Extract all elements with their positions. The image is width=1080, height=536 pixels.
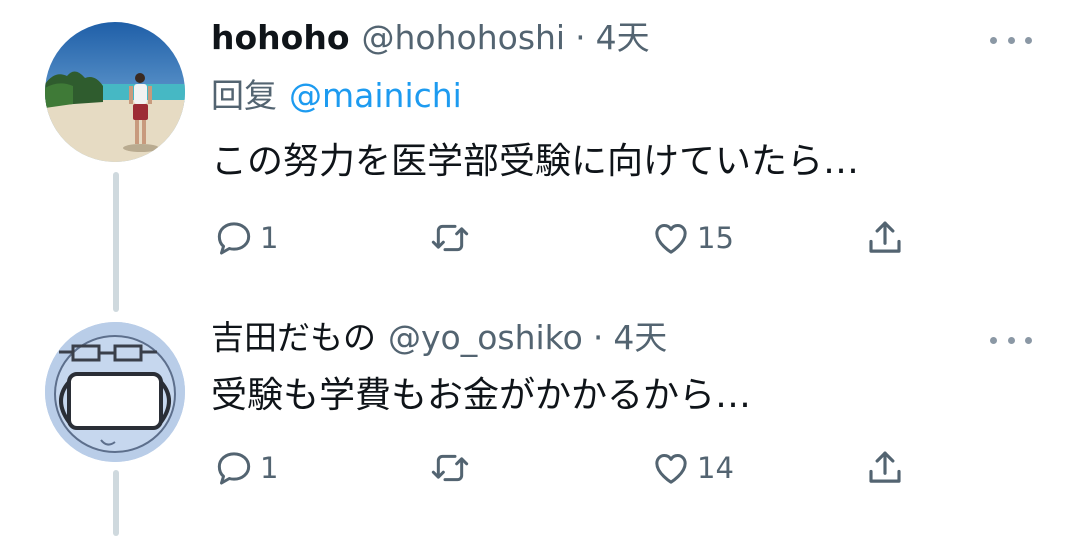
user-handle[interactable]: @hohohoshi — [362, 18, 566, 58]
thread-line — [113, 172, 119, 312]
like-button[interactable]: 14 — [651, 448, 734, 488]
reply-prefix: 回复 — [211, 76, 277, 115]
masked-face-drawing-icon — [45, 322, 185, 462]
beach-photo-icon — [45, 22, 185, 162]
tweet-header: 吉田だもの @yo_oshiko · 4天 — [211, 318, 667, 358]
more-dot-icon — [1025, 336, 1032, 344]
heart-icon — [655, 454, 687, 484]
thread-line — [113, 470, 119, 536]
retweet-icon — [431, 454, 469, 482]
avatar[interactable] — [45, 322, 185, 462]
retweet-button[interactable] — [430, 448, 476, 488]
more-dot-icon — [1007, 36, 1015, 44]
display-name[interactable]: hohoho — [211, 18, 350, 58]
reply-count: 1 — [260, 221, 279, 255]
reply-button[interactable]: 1 — [214, 448, 278, 488]
display-name[interactable]: 吉田だもの — [211, 318, 376, 358]
more-dot-icon — [1025, 36, 1032, 44]
separator-dot: · — [575, 18, 586, 57]
retweet-icon — [431, 224, 469, 252]
like-count: 14 — [697, 451, 734, 485]
reply-to-handle-link[interactable]: @mainichi — [289, 76, 462, 115]
share-button[interactable] — [864, 447, 906, 489]
share-button[interactable] — [864, 217, 906, 259]
more-dot-icon — [990, 336, 997, 344]
reply-icon — [217, 452, 251, 485]
retweet-button[interactable] — [430, 218, 476, 258]
tweet-text: この努力を医学部受験に向けていたら… — [211, 141, 860, 182]
like-count: 15 — [697, 221, 734, 255]
timestamp[interactable]: 4天 — [596, 18, 650, 58]
tweet-header: hohoho @hohohoshi · 4天 — [211, 18, 650, 58]
reply-count: 1 — [260, 451, 279, 485]
reply-button[interactable]: 1 — [214, 218, 278, 258]
reply-icon — [217, 222, 251, 255]
separator-dot: · — [592, 318, 604, 357]
user-handle[interactable]: @yo_oshiko — [388, 318, 583, 358]
reply-context: 回复 @mainichi — [211, 75, 462, 117]
more-dot-icon — [1007, 336, 1015, 344]
avatar[interactable] — [45, 22, 185, 162]
share-icon — [869, 221, 901, 253]
heart-icon — [655, 224, 687, 254]
more-dot-icon — [990, 36, 997, 44]
more-options-button[interactable] — [990, 330, 1032, 350]
timestamp[interactable]: 4天 — [613, 318, 667, 358]
more-options-button[interactable] — [990, 30, 1032, 50]
like-button[interactable]: 15 — [651, 218, 734, 258]
tweet-text: 受験も学費もお金がかかるから… — [211, 375, 752, 416]
share-icon — [869, 451, 901, 483]
